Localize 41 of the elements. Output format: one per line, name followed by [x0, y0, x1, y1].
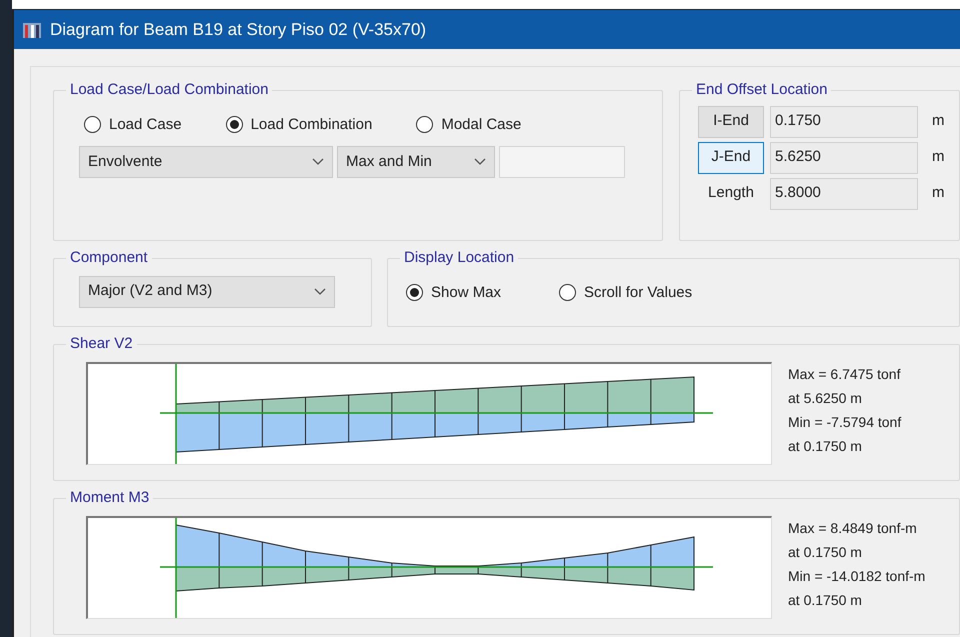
chevron-down-icon [312, 158, 324, 166]
dropdown[interactable]: Envolvente [79, 146, 333, 178]
radio-label[interactable]: Load Case [109, 114, 182, 136]
group-title: Component [69, 248, 149, 268]
group-title: Shear V2 [69, 334, 134, 354]
result-text: Max = 8.4849 tonf-m [788, 518, 918, 538]
result-text: at 5.6250 m [788, 388, 863, 408]
radio-button[interactable] [559, 284, 576, 302]
window-title: Diagram for Beam B19 at Story Piso 02 (V-35x70) [50, 18, 426, 41]
input-field[interactable]: 0.1750 [770, 106, 918, 138]
result-text: at 0.1750 m [788, 436, 863, 456]
unit-label: m [932, 183, 944, 204]
unit-label: m [932, 111, 944, 132]
chevron-down-icon [474, 158, 486, 166]
end-button[interactable]: I-End [698, 106, 764, 138]
unit-label: m [932, 147, 944, 168]
group-title: Moment M3 [69, 488, 150, 508]
radio-label[interactable]: Load Combination [250, 114, 372, 136]
radio-label[interactable]: Show Max [431, 282, 502, 304]
result-text: at 0.1750 m [788, 542, 863, 562]
end-button[interactable]: J-End [698, 142, 764, 174]
input-field[interactable]: 5.6250 [770, 142, 918, 174]
radio-button[interactable] [416, 116, 434, 134]
group-title: End Offset Location [695, 80, 828, 100]
field-label: Length [707, 183, 755, 204]
input-field[interactable] [499, 146, 625, 178]
group-title: Display Location [403, 248, 516, 268]
dropdown[interactable]: Major (V2 and M3) [79, 276, 335, 308]
result-text: Min = -14.0182 tonf-m [788, 566, 926, 586]
radio-label[interactable]: Modal Case [441, 114, 522, 136]
result-text: Min = -7.5794 tonf [788, 412, 902, 432]
input-field[interactable]: 5.8000 [770, 178, 918, 210]
radio-button[interactable] [226, 116, 243, 134]
radio-button[interactable] [84, 116, 101, 134]
result-text: at 0.1750 m [788, 590, 863, 610]
radio-label[interactable]: Scroll for Values [584, 282, 692, 304]
dropdown[interactable]: Max and Min [337, 146, 495, 178]
chevron-down-icon [314, 288, 326, 296]
radio-button[interactable] [406, 284, 423, 302]
group-title: Load Case/Load Combination [69, 80, 270, 100]
result-text: Max = 6.7475 tonf [788, 364, 902, 384]
